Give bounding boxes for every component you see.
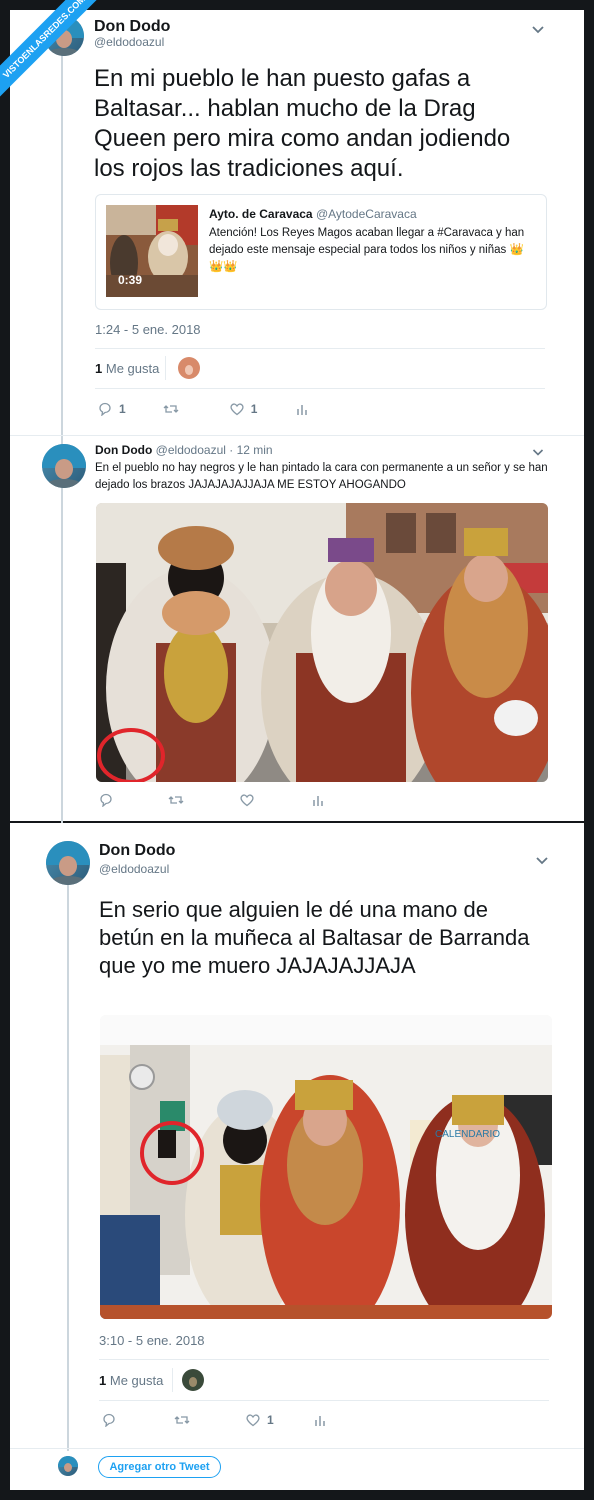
reply-icon (103, 1413, 115, 1427)
quoted-author-handle[interactable]: @AytodeCaravaca (316, 207, 417, 221)
author-name[interactable]: Don Dodo (99, 842, 175, 860)
tweet-panel: Don Dodo @eldodoazul En serio que alguie… (10, 823, 584, 1490)
quoted-text: Atención! Los Reyes Magos acaban llegar … (209, 227, 525, 273)
retweet-action[interactable] (163, 402, 179, 416)
analytics-icon (313, 796, 323, 806)
reply-author-name[interactable]: Don Dodo (95, 443, 152, 457)
retweet-icon (174, 1416, 190, 1424)
chevron-down-icon[interactable] (531, 22, 545, 38)
analytics-action[interactable] (312, 1413, 328, 1427)
quoted-author[interactable]: Ayto. de Caravaca @AytodeCaravaca (209, 207, 417, 221)
video-duration: 0:39 (118, 273, 143, 287)
heart-icon (246, 1414, 260, 1427)
tweet-photo[interactable]: CALENDARIO (100, 1015, 552, 1319)
reply-action[interactable] (101, 1413, 117, 1427)
reply-action[interactable]: 1 (97, 402, 126, 416)
analytics-action[interactable] (294, 402, 310, 416)
heart-icon (230, 403, 244, 416)
chevron-down-icon[interactable] (535, 853, 549, 869)
like-action[interactable]: 1 (245, 1413, 274, 1427)
watermark-text: VISTOENLASREDES.COM (0, 0, 109, 102)
retweet-action[interactable] (168, 793, 184, 807)
reply-actions (98, 793, 326, 807)
avatar[interactable] (46, 841, 90, 885)
divider (172, 1368, 173, 1392)
reply-icon (100, 793, 112, 807)
likes-count: 1 (95, 361, 103, 376)
tweet-actions: 1 (101, 1413, 328, 1427)
analytics-icon (297, 405, 308, 415)
divider (95, 388, 545, 389)
heart-icon (240, 794, 254, 807)
avatar[interactable] (42, 444, 86, 488)
like-action[interactable] (239, 793, 255, 807)
chevron-down-icon[interactable] (532, 444, 544, 460)
reply-count: 1 (119, 402, 126, 416)
reply-icon (99, 402, 111, 416)
retweet-icon (168, 796, 184, 804)
tweet-thread-panel: Don Dodo @eldodoazul En mi pueblo le han… (10, 10, 584, 824)
retweet-icon (163, 405, 179, 413)
analytics-icon (314, 1416, 325, 1426)
thread-line (67, 883, 69, 1451)
composer-avatar (58, 1456, 78, 1476)
add-tweet-button[interactable]: Agregar otro Tweet (98, 1456, 221, 1478)
likes-summary[interactable]: 1 Me gusta (99, 1373, 163, 1388)
reply-photo[interactable] (96, 503, 548, 782)
tweet-text: En serio que alguien le dé una mano de b… (99, 897, 530, 978)
divider (10, 1448, 584, 1449)
author-handle[interactable]: @eldodoazul (99, 862, 169, 876)
likes-count: 1 (99, 1373, 107, 1388)
likes-label: Me gusta (105, 361, 160, 376)
liker-avatar[interactable] (178, 357, 200, 379)
tweet-timestamp[interactable]: 3:10 - 5 ene. 2018 (99, 1333, 205, 1348)
like-action[interactable]: 1 (229, 402, 258, 416)
like-count: 1 (250, 402, 258, 416)
reply-time[interactable]: · 12 min (229, 443, 272, 457)
photo-sign: CALENDARIO (435, 1129, 500, 1140)
tweet-timestamp[interactable]: 1:24 - 5 ene. 2018 (95, 322, 201, 337)
tweet-actions: 1 1 (97, 402, 310, 416)
divider (165, 356, 166, 380)
video-thumbnail[interactable]: 0:39 (106, 205, 198, 297)
retweet-action[interactable] (174, 1413, 190, 1427)
divider (10, 435, 584, 436)
thread-line (61, 52, 63, 824)
reply-text: En el pueblo no hay negros y le han pint… (95, 462, 548, 491)
quoted-tweet[interactable]: 0:39 Ayto. de Caravaca @AytodeCaravaca A… (95, 194, 547, 310)
likes-summary[interactable]: 1 Me gusta (95, 361, 159, 376)
analytics-action[interactable] (310, 793, 326, 807)
reply-header[interactable]: Don Dodo @eldodoazul · 12 min (95, 443, 273, 457)
reply-action[interactable] (98, 793, 114, 807)
like-count: 1 (267, 1413, 274, 1427)
tweet-text: En mi pueblo le han puesto gafas a Balta… (94, 65, 511, 182)
likes-label: Me gusta (109, 1373, 164, 1388)
divider (99, 1400, 549, 1401)
watermark-badge: VISTOENLASREDES.COM (0, 0, 110, 110)
liker-avatar[interactable] (182, 1369, 204, 1391)
reply-author-handle[interactable]: @eldodoazul (156, 443, 226, 457)
quoted-author-name[interactable]: Ayto. de Caravaca (209, 207, 313, 221)
divider (99, 1359, 549, 1360)
divider (95, 348, 545, 349)
